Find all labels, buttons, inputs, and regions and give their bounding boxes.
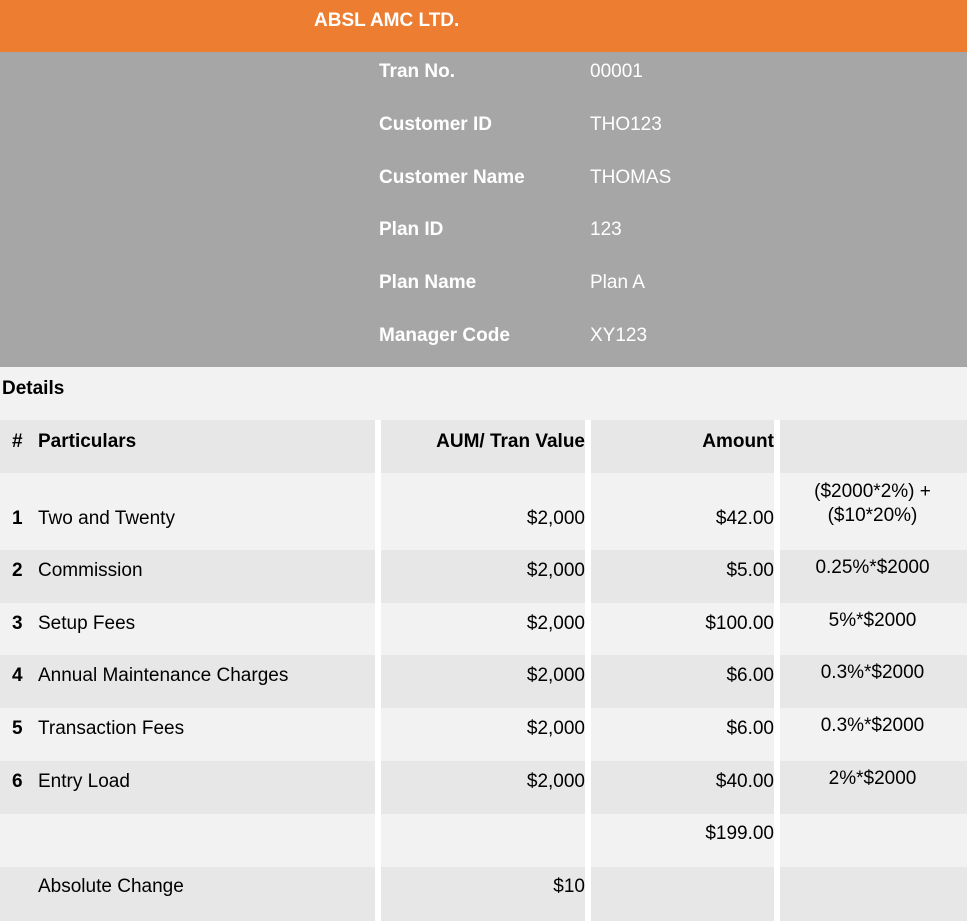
- row-number: 5: [12, 718, 23, 739]
- row-particulars: Commission: [38, 560, 143, 581]
- total-row: $199.00: [0, 814, 967, 867]
- column-header-amount: Amount: [702, 431, 774, 452]
- info-row-manager-code: Manager Code XY123: [0, 316, 967, 368]
- info-row-tran-no: Tran No. 00001: [0, 52, 967, 104]
- row-number: 4: [12, 665, 23, 686]
- row-formula-line: ($2000*2%) +: [814, 481, 931, 502]
- row-amount: $6.00: [726, 665, 774, 686]
- header-bar: ABSL AMC LTD.: [0, 0, 967, 52]
- column-header-particulars: Particulars: [38, 431, 137, 452]
- info-label: Customer ID: [379, 114, 492, 135]
- row-formula: 0.3%*$2000: [820, 715, 925, 736]
- total-amount: $199.00: [705, 823, 774, 844]
- row-particulars: Transaction Fees: [38, 718, 185, 739]
- row-number: 2: [12, 560, 23, 581]
- info-label: Customer Name: [379, 167, 525, 188]
- row-aum: $2,000: [526, 560, 585, 581]
- info-value: 00001: [590, 61, 643, 82]
- table-row: 1 Two and Twenty $2,000 $42.00 ($2000*2%…: [0, 473, 967, 550]
- row-amount: $5.00: [726, 560, 774, 581]
- row-formula: 0.25%*$2000: [815, 557, 930, 578]
- info-value: XY123: [590, 325, 648, 346]
- info-row-customer-name: Customer Name THOMAS: [0, 158, 967, 210]
- column-header-aum: AUM/ Tran Value: [436, 431, 585, 452]
- table-row: 6 Entry Load $2,000 $40.00 2%*$2000: [0, 761, 967, 814]
- column-divider: [375, 420, 381, 921]
- table-row: 5 Transaction Fees $2,000 $6.00 0.3%*$20…: [0, 708, 967, 761]
- info-row-plan-name: Plan Name Plan A: [0, 263, 967, 315]
- row-amount: $42.00: [715, 508, 774, 529]
- row-aum: $2,000: [526, 771, 585, 792]
- row-particulars: Annual Maintenance Charges: [38, 665, 289, 686]
- row-number: 6: [12, 771, 23, 792]
- transaction-info: Tran No. 00001 Customer ID THO123 Custom…: [0, 52, 967, 367]
- absolute-change-label: Absolute Change: [38, 876, 184, 897]
- row-formula-line: ($10*20%): [827, 505, 918, 526]
- row-particulars: Setup Fees: [38, 613, 136, 634]
- row-aum: $2,000: [526, 665, 585, 686]
- info-label: Manager Code: [379, 325, 510, 346]
- row-amount: $40.00: [715, 771, 774, 792]
- table-row: 4 Annual Maintenance Charges $2,000 $6.0…: [0, 655, 967, 708]
- row-number: 3: [12, 613, 23, 634]
- row-formula: 2%*$2000: [828, 768, 917, 789]
- info-value: THOMAS: [590, 167, 672, 188]
- row-particulars: Two and Twenty: [38, 508, 175, 529]
- row-aum: $2,000: [526, 508, 585, 529]
- info-value: 123: [590, 219, 622, 240]
- info-label: Tran No.: [379, 61, 456, 82]
- column-header-num: #: [12, 431, 23, 452]
- row-aum: $2,000: [526, 718, 585, 739]
- info-label: Plan ID: [379, 219, 444, 240]
- table-row: 2 Commission $2,000 $5.00 0.25%*$2000: [0, 550, 967, 603]
- column-divider: [774, 420, 780, 921]
- row-aum: $2,000: [526, 613, 585, 634]
- row-amount: $100.00: [705, 613, 774, 634]
- info-row-plan-id: Plan ID 123: [0, 210, 967, 262]
- row-number: 1: [12, 508, 23, 529]
- company-title: ABSL AMC LTD.: [314, 10, 460, 31]
- info-row-customer-id: Customer ID THO123: [0, 105, 967, 157]
- column-divider: [585, 420, 591, 921]
- absolute-change-row: Absolute Change $10: [0, 867, 967, 921]
- row-amount: $6.00: [726, 718, 774, 739]
- row-formula: 5%*$2000: [828, 610, 917, 631]
- row-formula: 0.3%*$2000: [820, 662, 925, 683]
- table-header: # Particulars AUM/ Tran Value Amount: [0, 420, 967, 473]
- absolute-change-value: $10: [553, 876, 585, 897]
- details-section: Details: [0, 367, 967, 420]
- info-label: Plan Name: [379, 272, 477, 293]
- info-value: THO123: [590, 114, 662, 135]
- row-formula: ($2000*2%) + ($10*20%): [780, 480, 965, 528]
- info-value: Plan A: [590, 272, 645, 293]
- table-row: 3 Setup Fees $2,000 $100.00 5%*$2000: [0, 603, 967, 655]
- details-title: Details: [2, 378, 65, 399]
- row-particulars: Entry Load: [38, 771, 130, 792]
